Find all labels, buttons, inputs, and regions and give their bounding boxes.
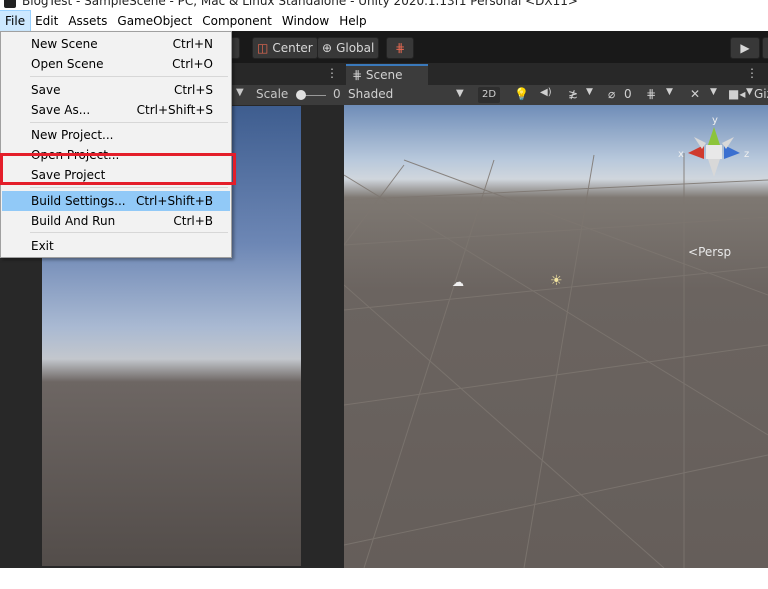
chevron-down-icon[interactable]: ▼ [236, 87, 244, 98]
gizmo-axis-y: y [712, 115, 718, 126]
menu-component[interactable]: Component [197, 11, 277, 31]
scale-label: Scale [256, 87, 289, 101]
menu-item-shortcut: Ctrl+O [172, 57, 213, 71]
camera-gizmo-icon[interactable]: ☁ [452, 275, 464, 289]
chevron-down-icon[interactable]: ▼ [710, 87, 717, 97]
menu-edit[interactable]: Edit [30, 11, 63, 31]
menu-separator [30, 232, 228, 233]
menu-item-shortcut: Ctrl+Shift+B [136, 194, 213, 208]
menu-item-build-settings[interactable]: Build Settings... Ctrl+Shift+B [2, 191, 230, 211]
menu-item-label: Build Settings... [31, 194, 126, 208]
menu-item-label: Build And Run [31, 214, 116, 228]
menu-item-save[interactable]: Save Ctrl+S [2, 80, 230, 100]
scene-panel-menu-icon[interactable]: ⋮ [746, 66, 758, 80]
scene-tab-icon: ⋕ [352, 68, 366, 82]
menu-item-save-as[interactable]: Save As... Ctrl+Shift+S [2, 100, 230, 120]
effects-icon[interactable]: ≵ [568, 87, 578, 101]
annotation-highlight-box [0, 153, 236, 185]
menu-item-new-project[interactable]: New Project... [2, 125, 230, 145]
scale-value: 0 [333, 87, 341, 101]
lighting-icon[interactable]: 💡 [514, 87, 529, 101]
hidden-count: 0 [624, 87, 632, 101]
toggle-2d-button[interactable]: 2D [478, 87, 500, 103]
menu-file[interactable]: File [0, 10, 32, 32]
grid-icon[interactable]: ⋕ [646, 87, 656, 101]
gizmos-dropdown[interactable]: Giz [754, 87, 768, 101]
pivot-global-label: Global [336, 41, 375, 55]
unity-logo-icon [4, 0, 16, 8]
menu-item-exit[interactable]: Exit [2, 236, 230, 256]
menu-item-open-scene[interactable]: Open Scene Ctrl+O [2, 54, 230, 74]
chevron-left-icon: < [688, 245, 699, 259]
menu-bar: File Edit Assets GameObject Component Wi… [0, 10, 768, 32]
menu-item-build-and-run[interactable]: Build And Run Ctrl+B [2, 211, 230, 231]
pivot-global-button[interactable]: ⊕ Global [317, 37, 380, 59]
menu-item-shortcut: Ctrl+Shift+S [136, 103, 213, 117]
menu-assets[interactable]: Assets [63, 11, 112, 31]
menu-item-shortcut: Ctrl+N [172, 37, 213, 51]
grid-snap-icon: ⋕ [394, 41, 406, 55]
menu-item-label: New Scene [31, 37, 98, 51]
scale-slider-handle[interactable] [296, 90, 306, 100]
scene-toolbar: Shaded ▼ 2D 💡 ◀) ≵ ▼ ⌀ 0 ⋕ ▼ ✕ ▼ ■◂ ▼ Gi… [344, 85, 768, 105]
chevron-down-icon[interactable]: ▼ [586, 87, 593, 97]
menu-item-shortcut: Ctrl+S [173, 83, 213, 97]
chevron-down-icon[interactable]: ▼ [746, 87, 753, 97]
menu-item-label: Open Scene [31, 57, 104, 71]
camera-icon[interactable]: ■◂ [728, 87, 745, 101]
play-button[interactable]: ▶ [730, 37, 760, 59]
pivot-center-label: Center [272, 41, 313, 55]
menu-item-label: Exit [31, 239, 54, 253]
orientation-gizmo[interactable]: y x z [674, 113, 754, 183]
tools-icon[interactable]: ✕ [690, 87, 700, 101]
bottom-background [0, 568, 768, 589]
pivot-center-button[interactable]: ◫ Center [252, 37, 318, 59]
play-icon: ▶ [740, 41, 750, 55]
menu-item-label: New Project... [31, 128, 114, 142]
light-gizmo-icon[interactable]: ☀ [550, 273, 563, 289]
hidden-objects-icon[interactable]: ⌀ [608, 87, 615, 101]
globe-icon: ⊕ [322, 41, 333, 55]
gizmo-axis-x: x [678, 149, 684, 160]
unity-editor-window: BlogTest - SampleScene - PC, Mac & Linux… [0, 0, 768, 589]
perspective-label: Persp [698, 245, 732, 259]
menu-separator [30, 76, 228, 77]
pause-button[interactable] [762, 37, 768, 59]
menu-separator [30, 122, 228, 123]
chevron-down-icon[interactable]: ▼ [456, 88, 464, 99]
perspective-toggle[interactable]: <Persp [688, 245, 731, 259]
menu-separator [30, 187, 228, 188]
shading-mode-dropdown[interactable]: Shaded [348, 87, 393, 101]
menu-help[interactable]: Help [334, 11, 371, 31]
scene-tab-label: Scene [365, 68, 403, 82]
game-panel-menu-icon[interactable]: ⋮ [326, 66, 338, 80]
file-dropdown-menu: New Scene Ctrl+N Open Scene Ctrl+O Save … [0, 31, 232, 258]
chevron-down-icon[interactable]: ▼ [666, 87, 673, 97]
tab-scene[interactable]: ⋕ Scene [346, 64, 428, 85]
menu-item-label: Save [31, 83, 61, 97]
grid-snap-button[interactable]: ⋕ [386, 37, 414, 59]
menu-gameobject[interactable]: GameObject [112, 11, 197, 31]
title-bar: BlogTest - SampleScene - PC, Mac & Linux… [0, 0, 768, 10]
audio-icon[interactable]: ◀) [540, 87, 552, 98]
window-title: BlogTest - SampleScene - PC, Mac & Linux… [22, 0, 578, 8]
pivot-icon: ◫ [257, 41, 269, 55]
scene-view-viewport[interactable]: y x z <Persp ☁ ☀ [344, 105, 768, 568]
scene-panel: ⋕ Scene ⋮ Shaded ▼ 2D 💡 ◀) ≵ ▼ ⌀ 0 ⋕ ▼ ✕… [344, 63, 768, 568]
menu-item-shortcut: Ctrl+B [173, 214, 213, 228]
menu-item-new-scene[interactable]: New Scene Ctrl+N [2, 34, 230, 54]
menu-item-label: Save As... [31, 103, 91, 117]
gizmo-axis-z: z [744, 149, 749, 160]
menu-window[interactable]: Window [277, 11, 334, 31]
